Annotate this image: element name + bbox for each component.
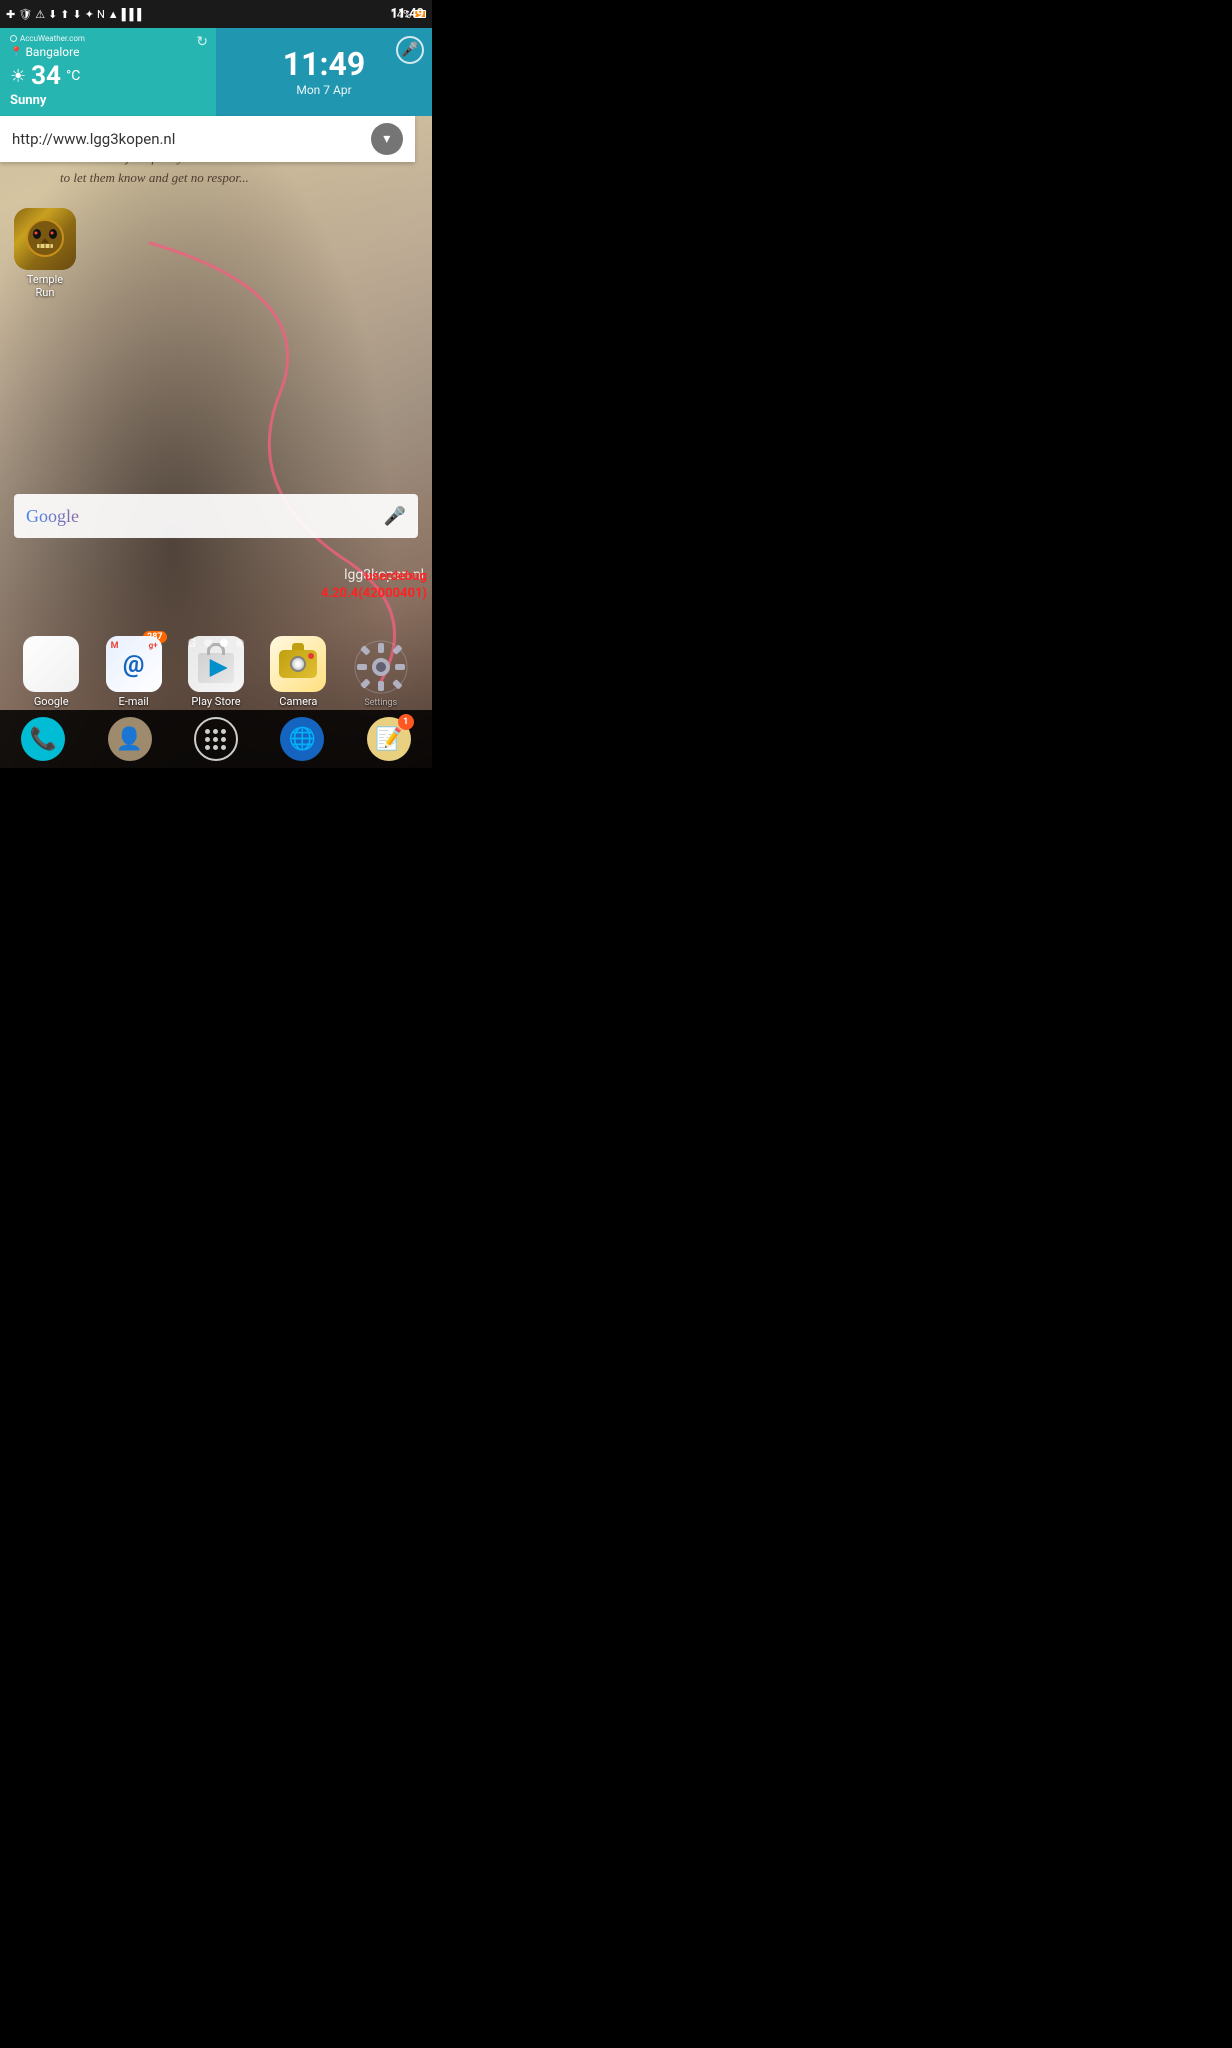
voice-search-icon[interactable]: 🎤 (384, 506, 406, 527)
date-display: Mon 7 Apr (296, 83, 351, 97)
system-bar: 📞 👤 🌐 (0, 710, 432, 768)
browser-button[interactable]: 🌐 (262, 717, 342, 761)
temperature-value: 34 (31, 61, 61, 91)
weather-left-panel: AccuWeather.com 📍 Bangalore ☀ 34 °C Sunn… (0, 28, 216, 116)
app-drawer-icon-circle (194, 717, 238, 761)
nav-g-dot: G (188, 636, 196, 650)
playstore-app-label: Play Store (191, 695, 240, 708)
weather-refresh-button[interactable]: ↻ (196, 34, 208, 50)
google-logo: Google (26, 506, 384, 527)
contacts-button[interactable]: 👤 (90, 717, 170, 761)
nav-dot-2-active (220, 639, 228, 647)
notes-button[interactable]: 1 📝 (349, 717, 429, 761)
notes-icon-circle: 1 📝 (367, 717, 411, 761)
warning-icon: ⚠ (35, 9, 45, 20)
add-icon: ✚ (6, 9, 15, 20)
download-in-icon: ⬇ (48, 9, 57, 20)
download-icon: ⬇ (73, 9, 82, 20)
sun-icon: ☀ (10, 66, 26, 87)
weather-widget: AccuWeather.com 📍 Bangalore ☀ 34 °C Sunn… (0, 28, 432, 116)
contacts-icon-circle: 👤 (108, 717, 152, 761)
status-time: 11:49 (391, 7, 425, 22)
email-app-label: E-mail (118, 695, 148, 708)
browser-icon: 🌐 (289, 727, 316, 752)
temperature-unit: °C (66, 68, 80, 84)
nav-dot-1 (204, 639, 212, 647)
google-app-label: Google (34, 695, 69, 708)
status-bar: ✚ 🛡 ⚠ ⬇ ⬆ ⬇ ✦ N ▲ ▌▌▌ 14% 11:49 (0, 0, 432, 28)
accuweather-logo: AccuWeather.com (10, 34, 206, 43)
shield-icon: 🛡 (18, 9, 32, 20)
nav-dots: G (0, 636, 432, 650)
notes-badge: 1 (398, 714, 414, 730)
temple-run-app-icon[interactable]: Temple Run (14, 208, 76, 299)
location-pin-icon: 📍 (10, 47, 22, 58)
notes-icon: 📝 (375, 727, 402, 752)
clock-display: 11:49 (283, 48, 365, 80)
main-content: It's better to just quietly miss someo..… (0, 28, 432, 768)
settings-app-label: Settings (364, 698, 397, 708)
quote-text-line2: to let them know and get no respor... (60, 170, 249, 185)
google-search-bar[interactable]: Google 🎤 (14, 494, 418, 538)
apps-grid-icon (205, 729, 226, 750)
wifi-icon: ▲ (108, 9, 119, 20)
voice-search-button[interactable]: 🎤 (396, 36, 424, 64)
url-bar[interactable]: http://www.lgg3kopen.nl ▾ (0, 116, 415, 162)
weather-right-panel: 🎤 11:49 Mon 7 Apr (216, 28, 432, 116)
camera-app-label: Camera (279, 695, 317, 708)
signal-icon: ▌▌▌ (122, 9, 145, 20)
bluetooth-icon: ✦ (85, 9, 94, 20)
browser-icon-circle: 🌐 (280, 717, 324, 761)
temple-run-icon-image (14, 208, 76, 270)
weather-condition: Sunny (10, 93, 206, 108)
upload-icon: ⬆ (60, 9, 69, 20)
phone-icon: 📞 (29, 727, 56, 752)
temperature-row: ☀ 34 °C (10, 61, 206, 91)
phone-button[interactable]: 📞 (3, 717, 83, 761)
weather-location: 📍 Bangalore (10, 45, 206, 59)
debug-text: userdebug 4.20.4(42000401) (321, 569, 427, 603)
contacts-icon: 👤 (116, 727, 143, 752)
nfc-icon: N (97, 9, 105, 20)
temple-run-label: Temple Run (27, 273, 63, 299)
url-dropdown-button[interactable]: ▾ (371, 123, 403, 155)
status-icons-left: ✚ 🛡 ⚠ ⬇ ⬆ ⬇ ✦ N ▲ ▌▌▌ (6, 9, 145, 20)
app-drawer-button[interactable] (176, 717, 256, 761)
nav-dot-3 (236, 639, 244, 647)
url-text: http://www.lgg3kopen.nl (12, 130, 371, 148)
phone-icon-circle: 📞 (21, 717, 65, 761)
